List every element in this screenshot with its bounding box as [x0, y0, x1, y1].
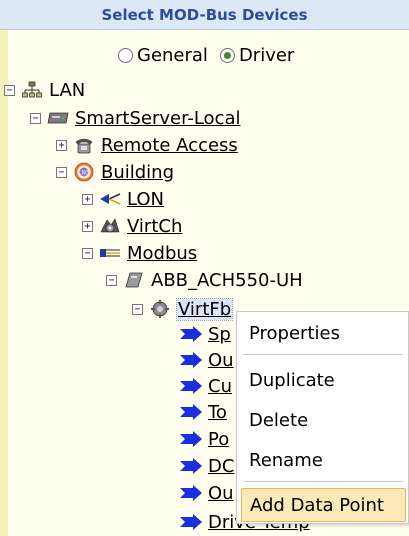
- collapse-toggle[interactable]: −: [132, 303, 143, 315]
- server-icon: [47, 109, 69, 127]
- virtual-channel-icon: [99, 217, 121, 235]
- tree-node-building[interactable]: − LNS Building: [56, 160, 174, 184]
- tree-node-modbus[interactable]: − Modbus: [82, 241, 197, 265]
- menu-item-duplicate[interactable]: Duplicate: [241, 363, 406, 397]
- datapoint-arrow-icon: [180, 514, 202, 530]
- datapoint-arrow-icon: [180, 352, 202, 368]
- datapoint-arrow-icon: [180, 485, 202, 501]
- datapoint-arrow-icon: [180, 458, 202, 474]
- tree-node-remote-access[interactable]: + Remote Access: [56, 133, 238, 157]
- network-icon: [21, 81, 43, 99]
- menu-item-properties[interactable]: Properties: [241, 316, 406, 350]
- datapoint-item[interactable]: To: [180, 400, 227, 424]
- modbus-channel-icon: [99, 244, 121, 262]
- datapoint-item[interactable]: DC: [180, 454, 234, 478]
- datapoint-arrow-icon: [180, 404, 202, 420]
- device-icon: [123, 271, 145, 289]
- datapoint-item[interactable]: Cu: [180, 374, 232, 398]
- datapoint-arrow-icon: [180, 378, 202, 394]
- tree-node-lan[interactable]: − LAN: [4, 78, 85, 102]
- left-strip: [0, 30, 8, 536]
- tree-label-virtch[interactable]: VirtCh: [127, 216, 182, 237]
- functional-block-icon: [149, 300, 171, 318]
- tree-label-virtfb[interactable]: VirtFb: [175, 297, 234, 321]
- tree-label-smartserver[interactable]: SmartServer-Local: [75, 108, 240, 129]
- collapse-toggle[interactable]: −: [106, 274, 117, 286]
- datapoint-item[interactable]: Ou: [180, 348, 234, 372]
- tree-node-virtch[interactable]: + VirtCh: [82, 214, 182, 238]
- collapse-toggle[interactable]: −: [56, 166, 67, 178]
- expand-toggle[interactable]: +: [82, 220, 93, 232]
- datapoint-item[interactable]: Po: [180, 427, 229, 451]
- expand-toggle[interactable]: +: [82, 193, 93, 205]
- dialog-header: Select MOD-Bus Devices: [0, 0, 409, 30]
- menu-item-delete[interactable]: Delete: [241, 403, 406, 437]
- menu-separator: [243, 481, 403, 482]
- tree-label-modbus[interactable]: Modbus: [127, 243, 197, 264]
- menu-item-rename[interactable]: Rename: [241, 443, 406, 477]
- tree-label-lan[interactable]: LAN: [49, 80, 85, 101]
- radio-driver-label[interactable]: Driver: [239, 45, 294, 66]
- collapse-toggle[interactable]: −: [4, 84, 15, 96]
- radio-general-label[interactable]: General: [137, 45, 208, 66]
- datapoint-label[interactable]: To: [208, 402, 227, 423]
- dialog-title: Select MOD-Bus Devices: [101, 6, 308, 24]
- tree-label-remote-access[interactable]: Remote Access: [101, 135, 238, 156]
- radio-general[interactable]: [118, 47, 133, 63]
- tree-node-virtfb[interactable]: − VirtFb: [132, 297, 234, 321]
- datapoint-label[interactable]: Sp: [208, 324, 231, 345]
- telephone-icon: [73, 136, 95, 154]
- datapoint-arrow-icon: [180, 326, 202, 342]
- lon-channel-icon: [99, 190, 121, 208]
- expand-toggle[interactable]: +: [56, 139, 67, 151]
- datapoint-label[interactable]: Po: [208, 429, 229, 450]
- radio-driver[interactable]: [219, 47, 235, 63]
- datapoint-label[interactable]: Ou: [208, 350, 234, 371]
- tree-node-smartserver[interactable]: − SmartServer-Local: [30, 106, 240, 130]
- tree-label-device[interactable]: ABB_ACH550-UH: [151, 270, 303, 291]
- collapse-toggle[interactable]: −: [82, 247, 93, 259]
- collapse-toggle[interactable]: −: [30, 112, 41, 124]
- view-mode-radios: General Driver: [118, 44, 306, 66]
- lns-building-icon: LNS: [73, 162, 95, 182]
- datapoint-item[interactable]: Sp: [180, 322, 231, 346]
- datapoint-item[interactable]: Ou: [180, 481, 234, 505]
- tree-label-building[interactable]: Building: [101, 162, 174, 183]
- datapoint-arrow-icon: [180, 431, 202, 447]
- datapoint-label[interactable]: Cu: [208, 376, 232, 397]
- tree-node-lon[interactable]: + LON: [82, 187, 164, 211]
- context-menu: Properties Duplicate Delete Rename Add D…: [236, 311, 409, 524]
- datapoint-label[interactable]: DC: [208, 456, 234, 477]
- tree-label-lon[interactable]: LON: [127, 189, 164, 210]
- svg-text:LNS: LNS: [78, 170, 90, 177]
- menu-separator: [243, 354, 403, 355]
- datapoint-label[interactable]: Ou: [208, 483, 234, 504]
- tree-node-device[interactable]: − ABB_ACH550-UH: [106, 268, 303, 292]
- menu-item-add-data-point[interactable]: Add Data Point: [241, 488, 406, 522]
